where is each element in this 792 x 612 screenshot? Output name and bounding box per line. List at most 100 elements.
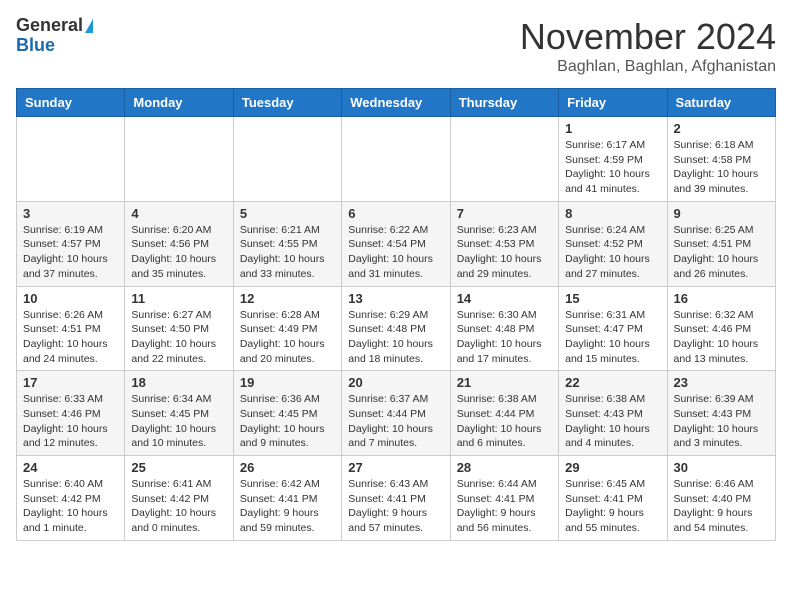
day-info: Sunrise: 6:34 AM Sunset: 4:45 PM Dayligh… [131,392,226,451]
logo-general-text: General [16,15,83,35]
day-info: Sunrise: 6:30 AM Sunset: 4:48 PM Dayligh… [457,308,552,367]
day-number: 1 [565,121,660,136]
day-number: 5 [240,206,335,221]
table-row: 6 Sunrise: 6:22 AM Sunset: 4:54 PM Daylig… [342,201,450,286]
day-number: 7 [457,206,552,221]
day-info: Sunrise: 6:31 AM Sunset: 4:47 PM Dayligh… [565,308,660,367]
calendar-table: Sunday Monday Tuesday Wednesday Thursday… [16,88,776,541]
day-number: 18 [131,375,226,390]
table-row: 17Sunrise: 6:33 AM Sunset: 4:46 PM Dayli… [17,371,125,456]
day-info: Sunrise: 6:42 AM Sunset: 4:41 PM Dayligh… [240,477,335,536]
table-row: 19 Sunrise: 6:36 AM Sunset: 4:45 PM Dayli… [233,371,341,456]
table-row: 10 Sunrise: 6:26 AM Sunset: 4:51 PM Dayli… [17,286,125,371]
calendar-week-row: 10 Sunrise: 6:26 AM Sunset: 4:51 PM Dayli… [17,286,776,371]
day-number: 4 [131,206,226,221]
table-row: 9 Sunrise: 6:25 AM Sunset: 4:51 PM Daylig… [667,201,775,286]
logo-blue-text: Blue [16,36,93,56]
table-row: 14 Sunrise: 6:30 AM Sunset: 4:48 PM Dayli… [450,286,558,371]
day-info: Sunrise: 6:43 AM Sunset: 4:41 PM Dayligh… [348,477,443,536]
day-info: Sunrise: 6:27 AM Sunset: 4:50 PM Dayligh… [131,308,226,367]
day-info: Sunrise: 6:19 AM Sunset: 4:57 PM Dayligh… [23,223,118,282]
table-row: 26 Sunrise: 6:42 AM Sunset: 4:41 PM Dayli… [233,456,341,541]
day-number: 6 [348,206,443,221]
day-number: 24 [23,460,118,475]
header-thursday: Thursday [450,89,558,117]
day-info: Sunrise: 6:25 AM Sunset: 4:51 PM Dayligh… [674,223,769,282]
day-number: 26 [240,460,335,475]
day-info: Sunrise: 6:40 AM Sunset: 4:42 PM Dayligh… [23,477,118,536]
table-row: 27 Sunrise: 6:43 AM Sunset: 4:41 PM Dayli… [342,456,450,541]
day-number: 8 [565,206,660,221]
calendar-week-row: 3Sunrise: 6:19 AM Sunset: 4:57 PM Daylig… [17,201,776,286]
day-number: 14 [457,291,552,306]
table-row: 22 Sunrise: 6:38 AM Sunset: 4:43 PM Dayli… [559,371,667,456]
day-info: Sunrise: 6:32 AM Sunset: 4:46 PM Dayligh… [674,308,769,367]
day-number: 10 [23,291,118,306]
day-info: Sunrise: 6:44 AM Sunset: 4:41 PM Dayligh… [457,477,552,536]
day-info: Sunrise: 6:39 AM Sunset: 4:43 PM Dayligh… [674,392,769,451]
day-info: Sunrise: 6:33 AM Sunset: 4:46 PM Dayligh… [23,392,118,451]
title-block: November 2024 Baghlan, Baghlan, Afghanis… [520,16,776,76]
day-number: 22 [565,375,660,390]
day-number: 12 [240,291,335,306]
table-row: 29 Sunrise: 6:45 AM Sunset: 4:41 PM Dayli… [559,456,667,541]
day-info: Sunrise: 6:20 AM Sunset: 4:56 PM Dayligh… [131,223,226,282]
day-number: 9 [674,206,769,221]
weekday-header-row: Sunday Monday Tuesday Wednesday Thursday… [17,89,776,117]
table-row: 5 Sunrise: 6:21 AM Sunset: 4:55 PM Daylig… [233,201,341,286]
table-row: 16 Sunrise: 6:32 AM Sunset: 4:46 PM Dayli… [667,286,775,371]
table-row [17,117,125,202]
table-row: 2Sunrise: 6:18 AM Sunset: 4:58 PM Daylig… [667,117,775,202]
day-info: Sunrise: 6:36 AM Sunset: 4:45 PM Dayligh… [240,392,335,451]
day-info: Sunrise: 6:37 AM Sunset: 4:44 PM Dayligh… [348,392,443,451]
day-number: 23 [674,375,769,390]
header-sunday: Sunday [17,89,125,117]
day-info: Sunrise: 6:45 AM Sunset: 4:41 PM Dayligh… [565,477,660,536]
table-row [233,117,341,202]
table-row: 24 Sunrise: 6:40 AM Sunset: 4:42 PM Dayli… [17,456,125,541]
table-row: 4 Sunrise: 6:20 AM Sunset: 4:56 PM Daylig… [125,201,233,286]
logo-icon [85,19,93,33]
day-number: 2 [674,121,769,136]
table-row [450,117,558,202]
page-header: General Blue November 2024 Baghlan, Bagh… [16,16,776,76]
table-row: 3Sunrise: 6:19 AM Sunset: 4:57 PM Daylig… [17,201,125,286]
table-row: 23 Sunrise: 6:39 AM Sunset: 4:43 PM Dayli… [667,371,775,456]
header-friday: Friday [559,89,667,117]
day-info: Sunrise: 6:46 AM Sunset: 4:40 PM Dayligh… [674,477,769,536]
day-info: Sunrise: 6:21 AM Sunset: 4:55 PM Dayligh… [240,223,335,282]
day-number: 30 [674,460,769,475]
table-row: 8 Sunrise: 6:24 AM Sunset: 4:52 PM Daylig… [559,201,667,286]
month-title: November 2024 [520,16,776,58]
day-number: 25 [131,460,226,475]
day-number: 15 [565,291,660,306]
table-row: 18 Sunrise: 6:34 AM Sunset: 4:45 PM Dayli… [125,371,233,456]
table-row: 28 Sunrise: 6:44 AM Sunset: 4:41 PM Dayli… [450,456,558,541]
table-row: 1 Sunrise: 6:17 AM Sunset: 4:59 PM Daylig… [559,117,667,202]
day-number: 28 [457,460,552,475]
day-info: Sunrise: 6:29 AM Sunset: 4:48 PM Dayligh… [348,308,443,367]
day-info: Sunrise: 6:22 AM Sunset: 4:54 PM Dayligh… [348,223,443,282]
day-info: Sunrise: 6:26 AM Sunset: 4:51 PM Dayligh… [23,308,118,367]
day-number: 19 [240,375,335,390]
table-row: 20Sunrise: 6:37 AM Sunset: 4:44 PM Dayli… [342,371,450,456]
table-row: 7Sunrise: 6:23 AM Sunset: 4:53 PM Daylig… [450,201,558,286]
table-row: 21Sunrise: 6:38 AM Sunset: 4:44 PM Dayli… [450,371,558,456]
table-row: 30 Sunrise: 6:46 AM Sunset: 4:40 PM Dayli… [667,456,775,541]
day-number: 27 [348,460,443,475]
day-info: Sunrise: 6:38 AM Sunset: 4:43 PM Dayligh… [565,392,660,451]
table-row: 25Sunrise: 6:41 AM Sunset: 4:42 PM Dayli… [125,456,233,541]
day-info: Sunrise: 6:28 AM Sunset: 4:49 PM Dayligh… [240,308,335,367]
table-row: 11Sunrise: 6:27 AM Sunset: 4:50 PM Dayli… [125,286,233,371]
table-row: 12 Sunrise: 6:28 AM Sunset: 4:49 PM Dayli… [233,286,341,371]
day-number: 16 [674,291,769,306]
header-tuesday: Tuesday [233,89,341,117]
location-title: Baghlan, Baghlan, Afghanistan [520,58,776,76]
day-info: Sunrise: 6:17 AM Sunset: 4:59 PM Dayligh… [565,138,660,197]
table-row [125,117,233,202]
day-number: 29 [565,460,660,475]
logo: General Blue [16,16,93,56]
table-row: 15 Sunrise: 6:31 AM Sunset: 4:47 PM Dayli… [559,286,667,371]
header-wednesday: Wednesday [342,89,450,117]
day-info: Sunrise: 6:24 AM Sunset: 4:52 PM Dayligh… [565,223,660,282]
